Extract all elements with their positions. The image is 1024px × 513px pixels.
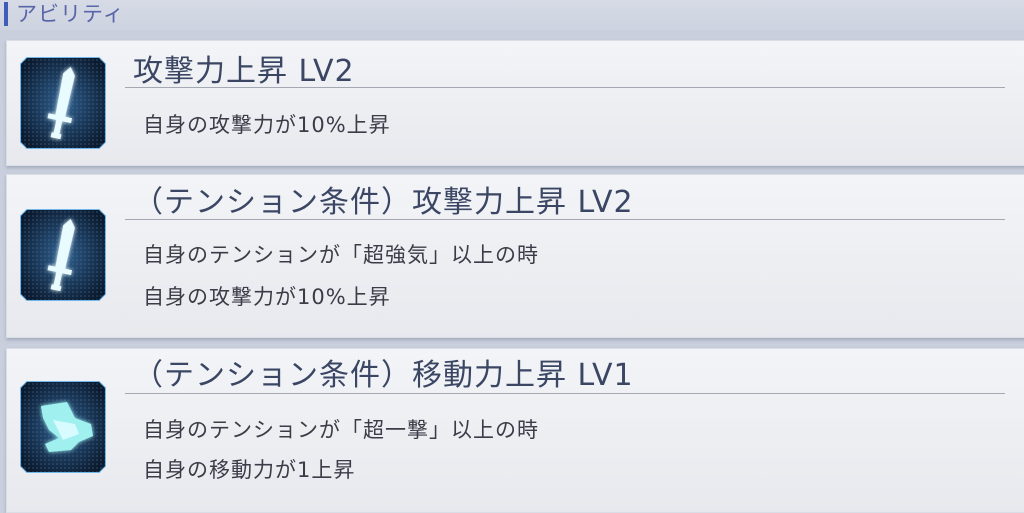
- ability-condition-line: 自身のテンションが「超一撃」以上の時: [143, 418, 539, 442]
- ability-card[interactable]: （テンション条件）攻撃力上昇 LV2 自身のテンションが「超強気」以上の時 自身…: [6, 174, 1024, 338]
- ability-description-line: 自身の攻撃力が10%上昇: [143, 113, 391, 137]
- boot-icon: [20, 381, 106, 473]
- divider: [125, 219, 1005, 220]
- section-accent-bar: [4, 2, 8, 26]
- ability-card[interactable]: （テンション条件）移動力上昇 LV1 自身のテンションが「超一撃」以上の時 自身…: [6, 348, 1024, 513]
- ability-card[interactable]: 攻撃力上昇 LV2 自身の攻撃力が10%上昇: [6, 40, 1024, 166]
- divider: [125, 87, 1005, 88]
- section-header: アビリティ: [0, 0, 1024, 30]
- ability-description-line: 自身の移動力が1上昇: [143, 458, 356, 482]
- ability-title: （テンション条件）攻撃力上昇 LV2: [133, 185, 634, 220]
- ability-title: （テンション条件）移動力上昇 LV1: [133, 358, 634, 393]
- sword-icon: [20, 57, 106, 149]
- ability-description-line: 自身の攻撃力が10%上昇: [143, 285, 391, 309]
- divider: [125, 393, 1005, 394]
- sword-icon: [20, 209, 106, 301]
- ability-title: 攻撃力上昇 LV2: [133, 54, 355, 89]
- section-title: アビリティ: [16, 2, 125, 26]
- ability-condition-line: 自身のテンションが「超強気」以上の時: [143, 243, 539, 267]
